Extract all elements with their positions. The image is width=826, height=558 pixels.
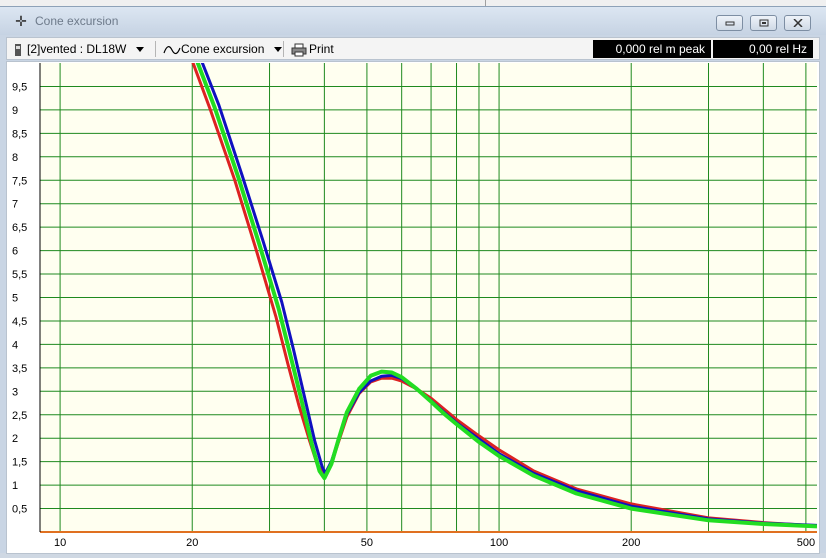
chevron-down-icon xyxy=(274,47,283,53)
curve-icon xyxy=(163,45,181,54)
cone-excursion-chart[interactable]: 0,5 1 1,5 2 2,5 3 3,5 4 4,5 5 5,5 6 6,5 7 7,5 8 8,5 9 9,5 1… xyxy=(7,62,819,553)
x-tick-label: 100 xyxy=(490,537,508,549)
x-tick-label: 50 xyxy=(361,537,373,549)
y-tick-label: 8,5 xyxy=(12,128,27,140)
y-tick-label: 3,5 xyxy=(12,363,27,375)
speaker-icon xyxy=(15,43,21,56)
close-icon xyxy=(793,19,803,27)
print-label: Print xyxy=(309,42,334,56)
cone-excursion-window: ✛ Cone excursion [2]vented : DL18W Cone … xyxy=(0,6,826,554)
restore-button[interactable] xyxy=(750,15,777,31)
y-tick-label: 5 xyxy=(12,293,18,305)
y-tick-label: 5,5 xyxy=(12,269,27,281)
crosshair-icon: ✛ xyxy=(15,13,27,29)
toolbar-separator xyxy=(283,41,284,57)
y-tick-label: 9 xyxy=(12,105,18,117)
y-tick-label: 9,5 xyxy=(12,81,27,93)
device-dropdown[interactable]: [2]vented : DL18W xyxy=(13,40,145,58)
view-dropdown[interactable]: Cone excursion xyxy=(163,40,283,58)
excursion-readout: 0,000 rel m peak xyxy=(593,40,711,58)
toolbar-separator xyxy=(155,41,156,57)
x-tick-label: 200 xyxy=(622,537,640,549)
title-bar[interactable]: ✛ Cone excursion xyxy=(0,7,826,35)
y-tick-label: 4 xyxy=(12,339,18,351)
printer-icon xyxy=(291,43,307,57)
y-tick-label: 7 xyxy=(12,199,18,211)
y-tick-label: 6 xyxy=(12,246,18,258)
chevron-down-icon xyxy=(136,47,145,53)
y-tick-label: 7,5 xyxy=(12,175,27,187)
y-tick-label: 4,5 xyxy=(12,316,27,328)
view-label: Cone excursion xyxy=(181,42,265,56)
y-tick-label: 8 xyxy=(12,152,18,164)
y-tick-label: 6,5 xyxy=(12,222,27,234)
y-tick-label: 0,5 xyxy=(12,504,27,516)
close-button[interactable] xyxy=(784,15,811,31)
x-tick-label: 500 xyxy=(797,537,815,549)
y-tick-label: 2 xyxy=(12,433,18,445)
frequency-readout: 0,00 rel Hz xyxy=(713,40,813,58)
x-tick-label: 20 xyxy=(186,537,198,549)
y-tick-label: 3 xyxy=(12,386,18,398)
y-tick-label: 1 xyxy=(12,480,18,492)
y-tick-label: 2,5 xyxy=(12,410,27,422)
restore-icon xyxy=(759,19,769,27)
minimize-button[interactable] xyxy=(716,15,743,31)
y-tick-label: 1,5 xyxy=(12,457,27,469)
print-button[interactable]: Print xyxy=(291,40,334,58)
x-tick-label: 10 xyxy=(54,537,66,549)
minimize-icon xyxy=(725,21,735,26)
window-title: Cone excursion xyxy=(35,14,119,28)
toolbar: [2]vented : DL18W Cone excursion Print 0… xyxy=(6,37,820,60)
plot-area[interactable]: 0,5 1 1,5 2 2,5 3 3,5 4 4,5 5 5,5 6 6,5 7 7,5 8 8,5 9 9,5 1… xyxy=(6,61,820,554)
device-label: [2]vented : DL18W xyxy=(27,42,127,56)
